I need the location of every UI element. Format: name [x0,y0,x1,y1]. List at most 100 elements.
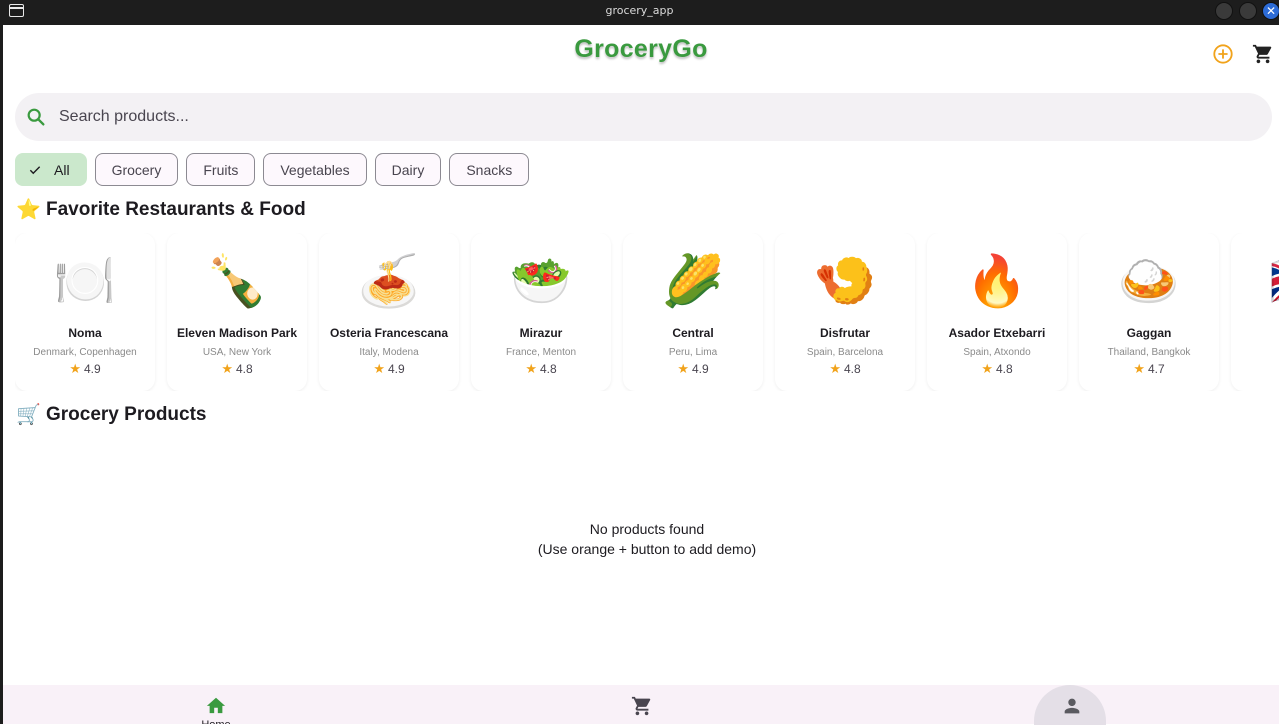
chip-snacks[interactable]: Snacks [449,153,530,186]
champagne-icon: 🍾 [205,253,269,309]
restaurant-rating: ★ 4.7 [1079,361,1219,377]
search-icon [25,106,47,128]
star-icon: ★ [829,361,841,376]
restaurant-card-noma[interactable]: 🍽️ Noma Denmark, Copenhagen ★ 4.9 [15,233,155,391]
chip-dairy[interactable]: Dairy [374,153,442,186]
restaurant-name: Th [1231,326,1279,340]
restaurant-card-mirazur[interactable]: 🥗 Mirazur France, Menton ★ 4.8 [471,233,611,391]
star-icon: ★ [1133,361,1145,376]
empty-line-2: (Use orange + button to add demo) [537,541,757,557]
star-icon: ★ [981,361,993,376]
restaurant-location: Spain, Barcelona [806,347,884,358]
grocery-section-title: 🛒 Grocery Products [16,402,207,427]
restaurant-name: Central [672,326,714,340]
restaurant-location: Spain, Atxondo [963,347,1031,358]
restaurant-rating: ★ 4.8 [167,361,307,377]
restaurant-card-asador-etxebarri[interactable]: 🔥 Asador Etxebarri Spain, Atxondo ★ 4.8 [927,233,1067,391]
restaurant-name: Asador Etxebarri [948,326,1046,340]
spaghetti-icon: 🍝 [357,253,421,309]
star-icon: ★ [677,361,689,376]
restaurant-rating: ★ 4.9 [15,361,155,377]
cart-icon [631,696,651,716]
nav-cart[interactable] [612,685,672,724]
rating-value: 4.8 [995,362,1013,376]
category-filter-chips: All Grocery Fruits Vegetables Dairy Snac… [15,153,530,186]
rating-value: 4.9 [387,362,405,376]
fried-shrimp-icon: 🍤 [813,253,877,309]
restaurant-location: Denmark, Copenhagen [33,347,137,358]
restaurant-card-gaggan[interactable]: 🍛 Gaggan Thailand, Bangkok ★ 4.7 [1079,233,1219,391]
uk-flag-icon: 🇬🇧 [1231,251,1279,311]
restaurant-location: Peru, Lima [668,347,718,358]
chip-label: Dairy [391,161,425,178]
shopping-cart-icon: 🛒 [16,404,41,426]
chip-label: Fruits [203,161,239,178]
star-icon: ⭐ [16,199,41,221]
restaurant-name: Noma [68,326,102,340]
rating-value: 4.9 [691,362,709,376]
search-bar [15,93,1272,141]
star-icon: ★ [525,361,537,376]
restaurant-location: U [1231,347,1279,358]
corn-icon: 🌽 [661,253,725,309]
bottom-navigation: Home [3,685,1279,725]
favorites-title-text: Favorite Restaurants & Food [46,198,306,220]
curry-rice-icon: 🍛 [1117,253,1181,309]
chip-label: Vegetables [280,161,350,178]
restaurant-card-disfrutar[interactable]: 🍤 Disfrutar Spain, Barcelona ★ 4.8 [775,233,915,391]
nav-home[interactable]: Home [186,685,246,724]
chip-label: Snacks [466,161,513,178]
restaurant-card-partial[interactable]: 🇬🇧 Th U [1231,233,1279,391]
empty-products-message: No products found (Use orange + button t… [15,519,1279,559]
restaurant-rating: ★ 4.8 [775,361,915,377]
home-icon [206,697,226,714]
restaurants-carousel[interactable]: 🍽️ Noma Denmark, Copenhagen ★ 4.9 🍾 Eleve… [15,233,1279,391]
star-icon: ★ [373,361,385,376]
restaurant-rating: ★ 4.8 [471,361,611,377]
cart-icon [1252,44,1272,64]
nav-home-label: Home [186,719,246,724]
fire-icon: 🔥 [965,253,1029,309]
chip-vegetables[interactable]: Vegetables [263,153,367,186]
restaurant-location: France, Menton [505,347,577,358]
rating-value: 4.8 [843,362,861,376]
favorites-section-title: ⭐ Favorite Restaurants & Food [16,197,306,222]
restaurant-rating: ★ 4.9 [319,361,459,377]
window-title: grocery_app [605,4,674,17]
star-icon: ★ [69,361,81,376]
restaurant-name: Eleven Madison Park [176,326,298,340]
restaurant-rating: ★ 4.8 [927,361,1067,377]
rating-value: 4.9 [83,362,101,376]
restaurant-location: Italy, Modena [359,347,419,358]
header-cart-button[interactable] [1252,43,1274,65]
maximize-button[interactable] [1239,2,1257,20]
window-titlebar: grocery_app ✕ [0,0,1279,25]
star-icon: ★ [221,361,233,376]
restaurant-card-eleven-madison-park[interactable]: 🍾 Eleven Madison Park USA, New York ★ 4.8 [167,233,307,391]
rating-value: 4.8 [539,362,557,376]
restaurant-name: Gaggan [1126,326,1172,340]
chip-fruits[interactable]: Fruits [186,153,256,186]
empty-line-1: No products found [589,521,705,537]
restaurant-card-osteria-francescana[interactable]: 🍝 Osteria Francescana Italy, Modena ★ 4.9 [319,233,459,391]
app-root: GroceryGo All Grocery Fruits Vegetabl [3,25,1279,725]
restaurant-name: Disfrutar [819,326,870,340]
add-demo-button[interactable] [1212,43,1234,65]
search-input[interactable] [59,108,1209,126]
restaurant-card-central[interactable]: 🌽 Central Peru, Lima ★ 4.9 [623,233,763,391]
restaurant-location: USA, New York [202,347,272,358]
restaurant-name: Osteria Francescana [329,326,449,340]
products-grid: No products found (Use orange + button t… [15,453,1279,683]
close-window-button[interactable]: ✕ [1262,2,1279,20]
grocery-title-text: Grocery Products [46,403,207,425]
nav-profile[interactable] [1034,685,1106,725]
restaurant-name: Mirazur [519,326,563,340]
chip-all[interactable]: All [15,153,87,186]
chip-grocery[interactable]: Grocery [94,153,179,186]
add-circle-icon [1213,44,1233,64]
chip-label: All [54,161,70,178]
minimize-button[interactable] [1215,2,1233,20]
restaurant-location: Thailand, Bangkok [1107,347,1191,358]
check-icon [29,165,41,174]
restaurant-rating: ★ 4.9 [623,361,763,377]
